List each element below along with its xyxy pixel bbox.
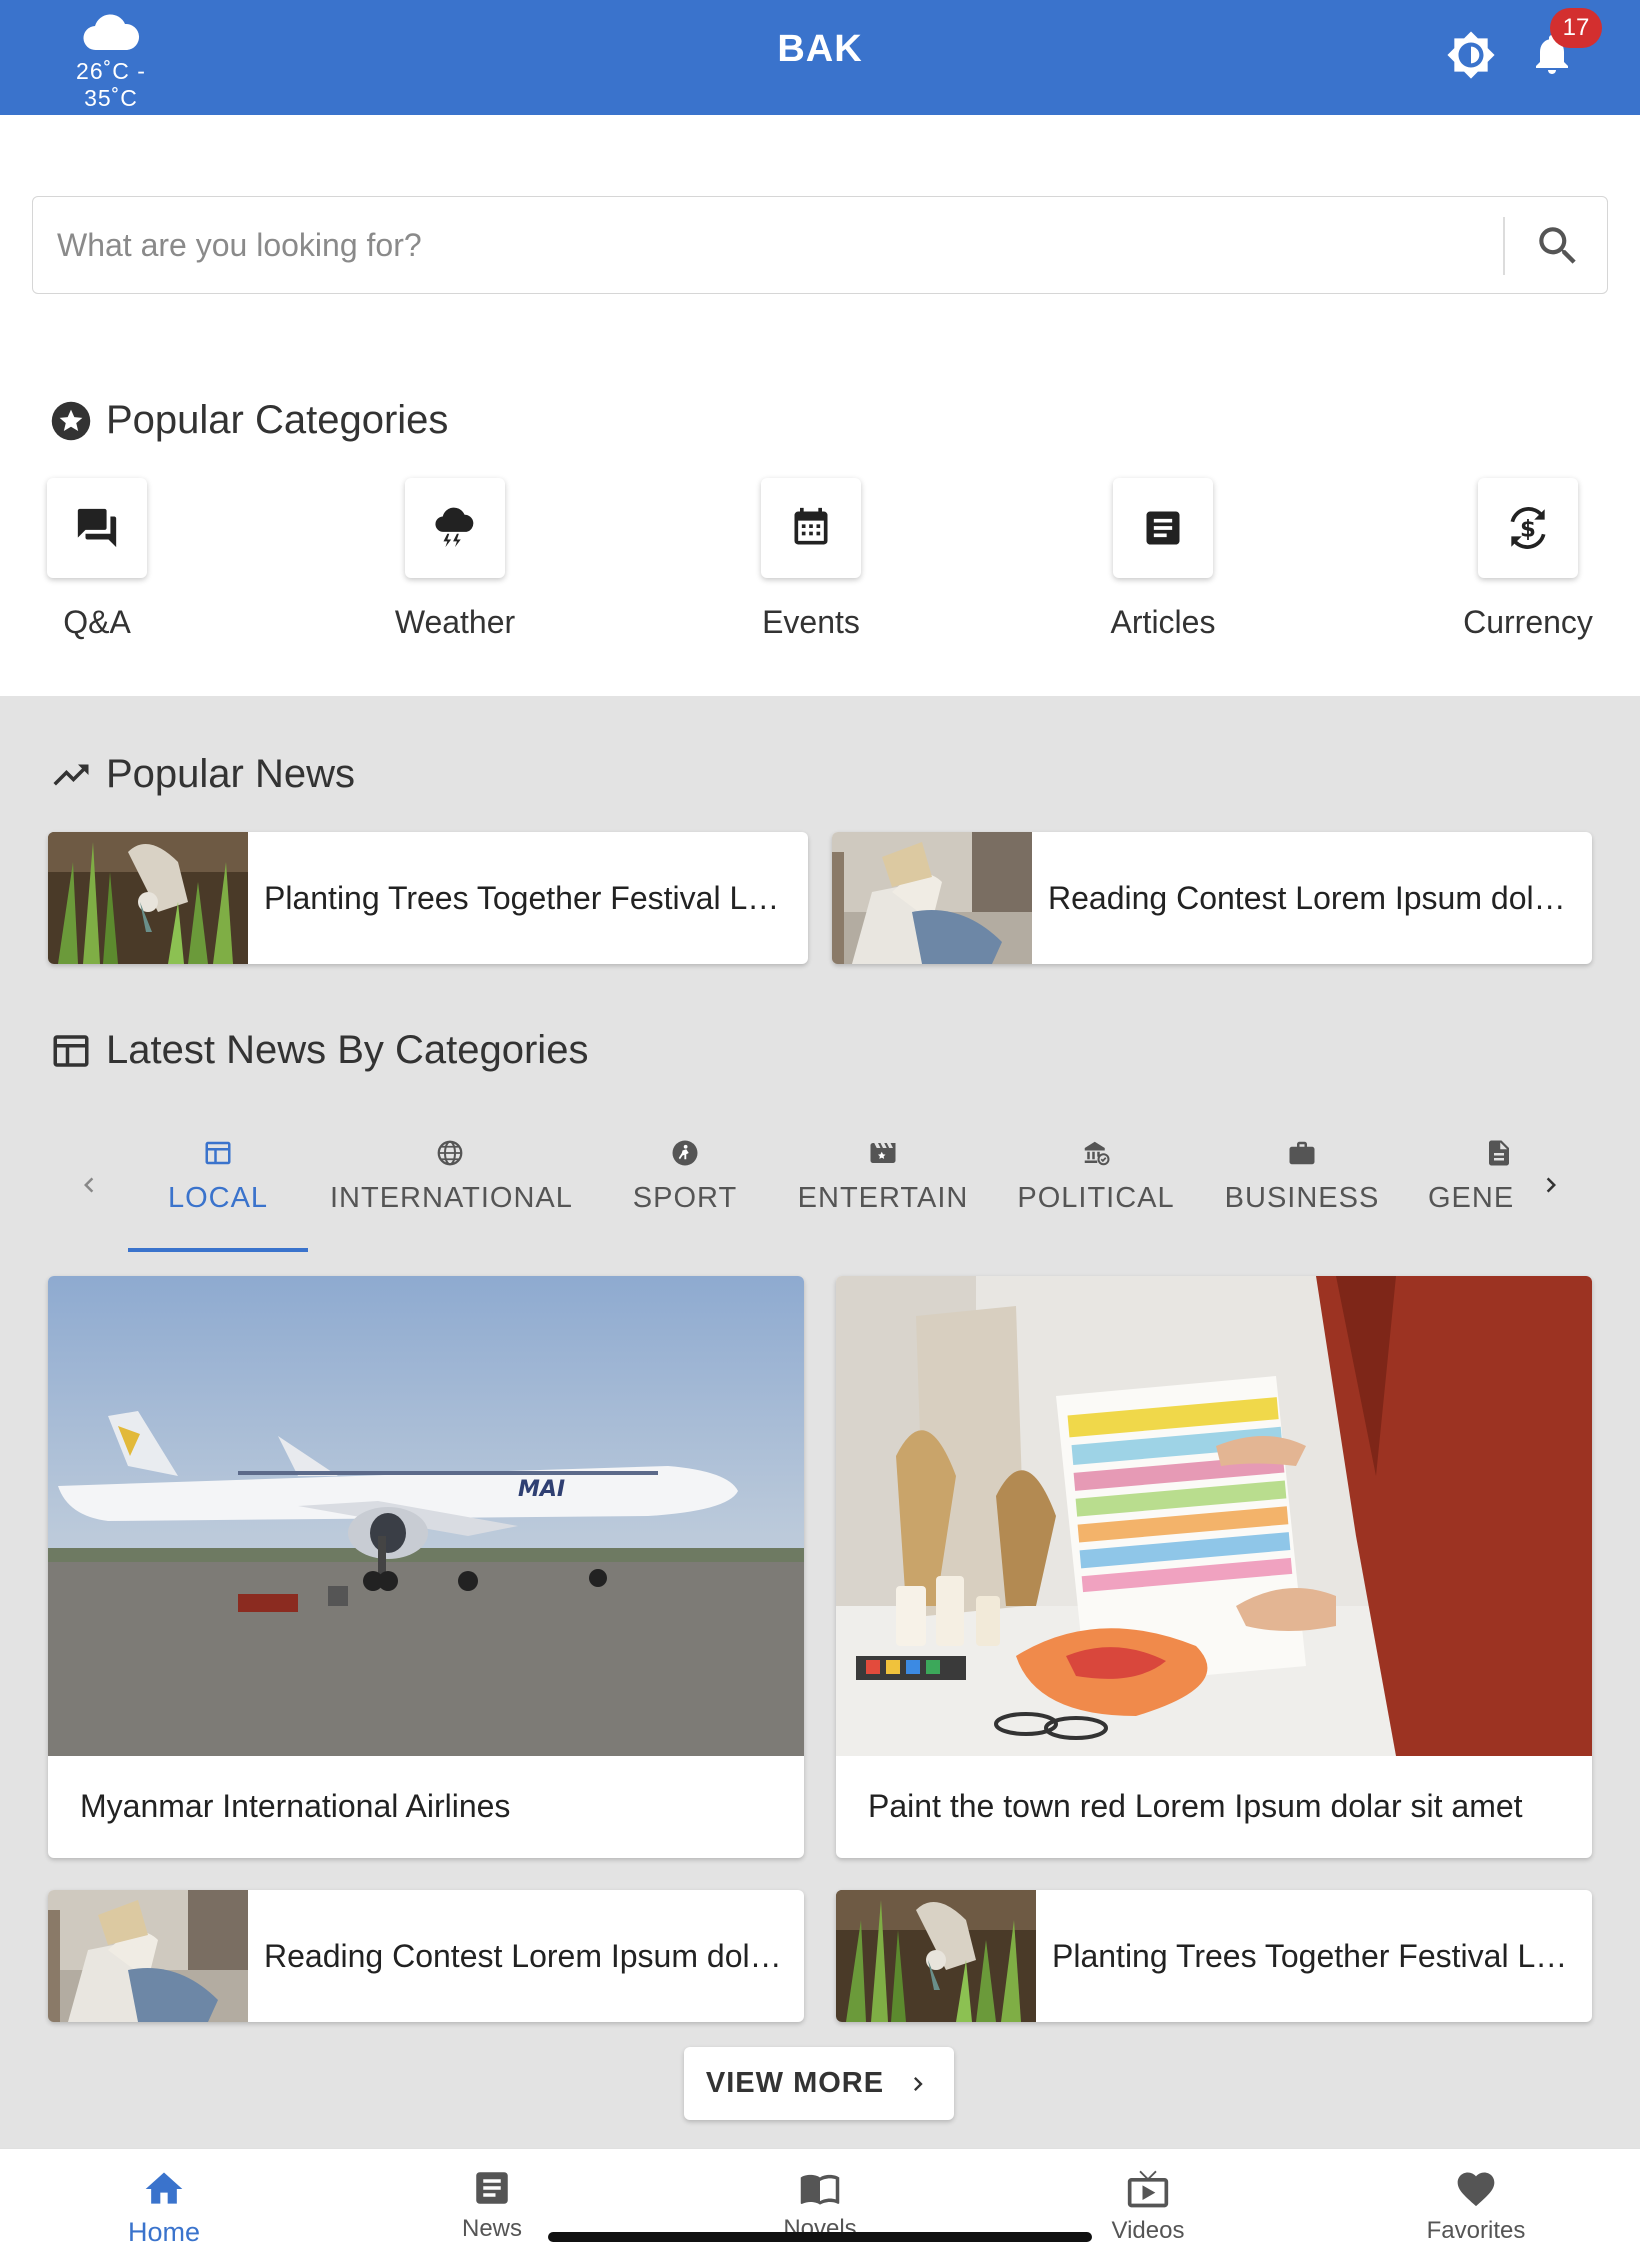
tab-political[interactable]: POLITICAL [1014, 1138, 1178, 1215]
nav-label: News [461, 2215, 522, 2242]
tab-business[interactable]: BUSINESS [1220, 1138, 1384, 1215]
category-articles[interactable]: Articles [1111, 478, 1215, 641]
tab-label: BUSINESS [1224, 1182, 1380, 1214]
featured-news-card[interactable]: MAI Myanmar International Airlines [48, 1276, 804, 1858]
search-icon[interactable] [1533, 221, 1583, 271]
section-title: Latest News By Categories [106, 1028, 589, 1072]
category-tile[interactable]: $ [1478, 478, 1578, 578]
news-caption: Paint the town red Lorem Ipsum dolar sit… [868, 1788, 1523, 1824]
view-more-button[interactable]: VIEW MORE [684, 2047, 954, 2120]
star-circle-icon [51, 401, 91, 440]
news-image-airplane: MAI [48, 1276, 804, 1756]
popular-news-heading: Popular News [50, 752, 355, 797]
category-tabs: LOCAL INTERNATIONAL SPORT ENTERTAIN POLI… [0, 1120, 1640, 1252]
thunderstorm-icon [435, 507, 474, 548]
svg-text:MAI: MAI [518, 1477, 565, 1502]
news-thumbnail-reading [48, 1890, 248, 2022]
popular-news-card[interactable]: Planting Trees Together Festival Lorem I… [48, 832, 808, 964]
category-label: Weather [394, 604, 516, 640]
heart-icon [1457, 2172, 1495, 2207]
home-icon [145, 2172, 183, 2204]
popular-categories-heading: Popular Categories [50, 398, 448, 443]
forum-icon [77, 508, 117, 548]
notification-badge: 17 [1550, 8, 1602, 48]
latest-news-card[interactable]: Reading Contest Lorem Ipsum dolar sit am… [48, 1890, 804, 2022]
news-caption: Myanmar International Airlines [80, 1788, 511, 1824]
category-label: Q&A [63, 604, 131, 640]
trending-up-icon [53, 764, 89, 785]
news-thumbnail-planting [836, 1890, 1036, 2022]
latest-news-heading: Latest News By Categories [50, 1028, 588, 1073]
category-label: Events [762, 604, 860, 640]
news-title: Reading Contest Lorem Ipsum dolar sit am… [264, 1938, 792, 1974]
article-icon [1146, 511, 1180, 545]
category-qa[interactable]: Q&A [47, 478, 147, 641]
tab-label: LOCAL [167, 1182, 269, 1214]
nav-favorites[interactable]: Favorites [1376, 2167, 1576, 2245]
tab-international[interactable]: INTERNATIONAL [330, 1138, 573, 1215]
home-indicator[interactable] [548, 2232, 1092, 2242]
nav-label: Favorites [1426, 2217, 1526, 2244]
tab-label: ENTERTAIN [797, 1182, 969, 1214]
category-label: Articles [1110, 604, 1216, 640]
nav-label: Home [127, 2217, 201, 2247]
category-tile[interactable] [47, 478, 147, 578]
tab-indicator [128, 1248, 308, 1252]
tab-entertain[interactable]: ENTERTAIN [790, 1138, 976, 1215]
news-icon [476, 2172, 508, 2204]
app-bar: 26˚C - 35˚C BAK 17 [0, 0, 1640, 115]
nav-home[interactable]: Home [64, 2167, 264, 2248]
document-icon [1489, 1140, 1509, 1166]
category-tile[interactable] [761, 478, 861, 578]
tab-label: INTERNATIONAL [330, 1182, 573, 1214]
news-image-painting [836, 1276, 1592, 1756]
news-thumbnail-planting [48, 832, 248, 964]
category-tile[interactable] [1113, 478, 1213, 578]
section-title: Popular Categories [106, 398, 449, 442]
nav-label: Videos [1111, 2217, 1185, 2244]
search-divider [1503, 217, 1505, 275]
popular-news-card[interactable]: Reading Contest Lorem Ipsum dolar sit am… [832, 832, 1592, 964]
search-input[interactable]: What are you looking for? [57, 227, 422, 264]
news-title: Planting Trees Together Festival Lorem I… [1052, 1938, 1580, 1974]
svg-text:$: $ [1520, 516, 1536, 542]
category-label: Currency [1463, 604, 1593, 640]
brightness-icon[interactable] [1446, 30, 1496, 80]
app-title: BAK [777, 28, 863, 70]
category-weather[interactable]: Weather [395, 478, 515, 641]
book-icon [800, 2174, 840, 2205]
tv-icon [1127, 2170, 1169, 2208]
tab-sport[interactable]: SPORT [615, 1138, 755, 1215]
table-chart-icon [53, 1034, 89, 1067]
view-more-label: VIEW MORE [705, 2067, 885, 2099]
category-events[interactable]: Events [761, 478, 861, 641]
chevron-right-icon [914, 2076, 923, 2091]
category-currency[interactable]: $ Currency [1463, 478, 1593, 641]
tab-label: SPORT [632, 1182, 738, 1214]
tab-general[interactable]: GENEI [1428, 1138, 1514, 1215]
search-bar[interactable]: What are you looking for? [32, 196, 1608, 294]
table-chart-icon [205, 1141, 231, 1165]
news-title: Reading Contest Lorem Ipsum dolar sit am… [1048, 880, 1580, 916]
briefcase-icon [1289, 1141, 1315, 1165]
section-title: Popular News [106, 752, 356, 796]
news-title: Planting Trees Together Festival Lorem I… [264, 880, 796, 916]
category-tile[interactable] [405, 478, 505, 578]
chevron-left-icon[interactable] [74, 1170, 104, 1200]
currency-exchange-icon: $ [1510, 507, 1546, 549]
calendar-icon [794, 507, 828, 545]
movie-icon [870, 1143, 896, 1163]
featured-news-card[interactable]: Paint the town red Lorem Ipsum dolar sit… [836, 1276, 1592, 1858]
tab-local[interactable]: LOCAL [128, 1138, 308, 1215]
tab-label: GENEI [1428, 1182, 1514, 1214]
bottom-navigation: Home News Novels Videos Favorites [0, 2148, 1640, 2260]
sports-icon [672, 1140, 698, 1166]
globe-icon [437, 1140, 463, 1166]
tab-label: POLITICAL [1017, 1182, 1175, 1214]
chevron-right-icon[interactable] [1536, 1170, 1566, 1200]
news-thumbnail-reading [832, 832, 1032, 964]
government-icon [1084, 1141, 1110, 1166]
latest-news-card[interactable]: Planting Trees Together Festival Lorem I… [836, 1890, 1592, 2022]
